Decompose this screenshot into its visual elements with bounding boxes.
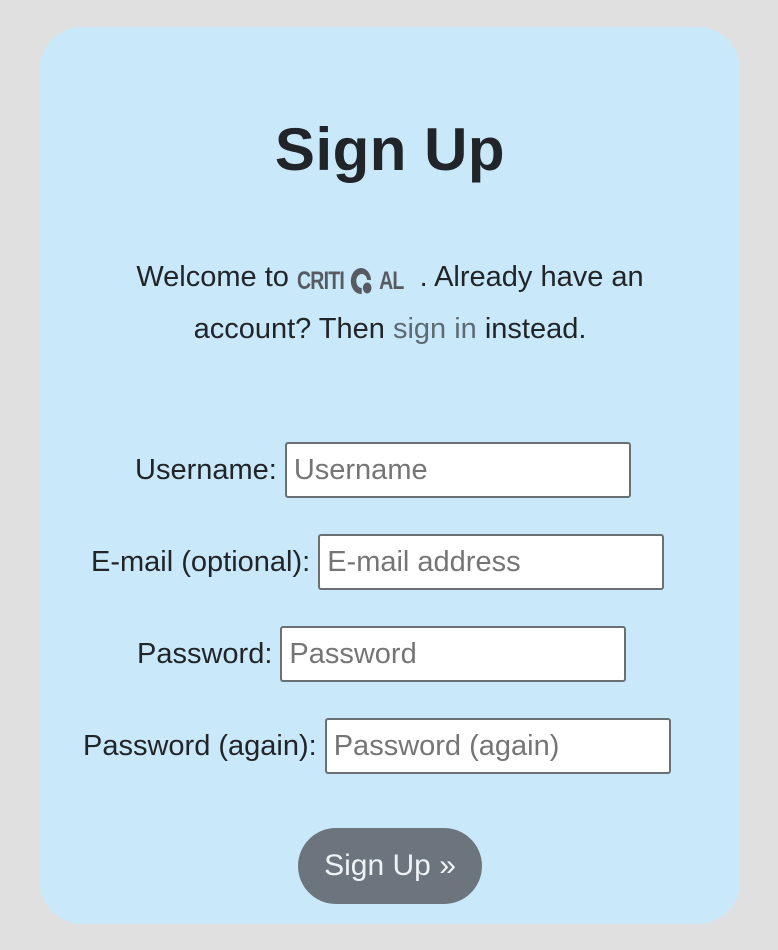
circular-c-logo-icon — [350, 268, 375, 298]
password-input[interactable] — [280, 626, 627, 682]
username-row: Username: — [135, 440, 631, 500]
password-again-row: Password (again): — [83, 716, 671, 776]
email-input[interactable] — [318, 534, 665, 590]
sign-up-button[interactable]: Sign Up » — [298, 828, 482, 904]
signup-card: Sign Up Welcome to CRITI AL. Already have… — [40, 27, 740, 924]
intro-ending: instead. — [476, 313, 587, 345]
password-again-label: Password (again): — [83, 729, 317, 762]
brand-name-part1: CRITI — [296, 267, 345, 295]
username-label: Username: — [135, 453, 277, 486]
intro-text: Welcome to CRITI AL. Already have an acco… — [100, 253, 680, 353]
welcome-text: Welcome to — [136, 261, 297, 293]
page-title: Sign Up — [274, 116, 506, 183]
email-label: E-mail (optional): — [91, 545, 311, 578]
brand-logo: CRITI AL — [297, 257, 404, 305]
email-row: E-mail (optional): — [91, 532, 665, 592]
password-row: Password: — [137, 624, 627, 684]
sign-in-link[interactable]: sign in — [393, 313, 477, 345]
brand-name-part2: AL — [379, 267, 404, 295]
password-label: Password: — [137, 637, 273, 670]
username-input[interactable] — [284, 442, 631, 498]
password-again-input[interactable] — [324, 718, 671, 774]
